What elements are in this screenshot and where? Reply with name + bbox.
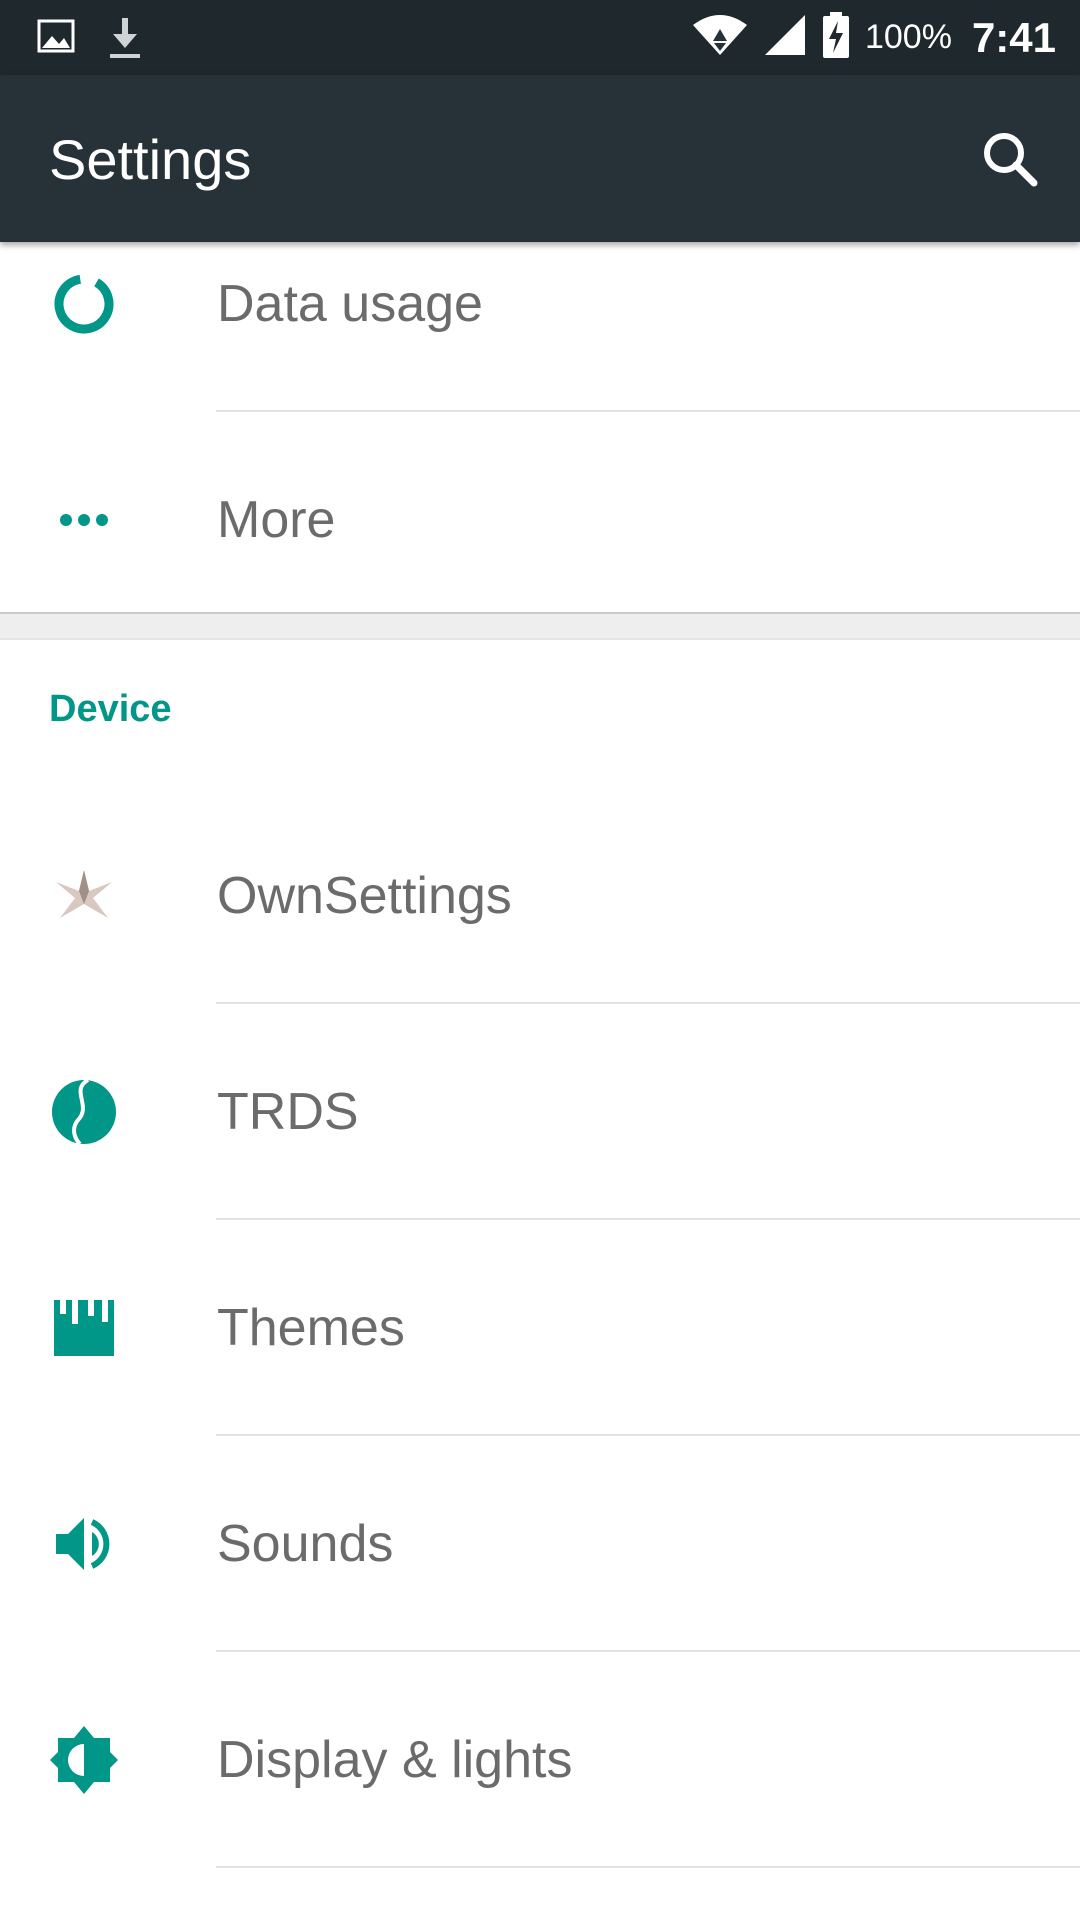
settings-item-more[interactable]: More [0, 412, 1080, 612]
volume-icon [48, 1508, 120, 1580]
battery-percent: 100% [864, 18, 952, 56]
settings-list: Data usage More Device OwnSettings TRDS … [0, 242, 1080, 1920]
more-dots-icon [48, 484, 120, 556]
settings-item-label: Display & lights [217, 1731, 573, 1789]
settings-item-label: Themes [217, 1299, 405, 1357]
search-icon [984, 133, 1038, 187]
settings-item-label: Data usage [217, 275, 483, 333]
settings-item-label: OwnSettings [217, 867, 512, 925]
brightness-icon [48, 1724, 120, 1796]
settings-item-ownsettings[interactable]: OwnSettings [0, 788, 1080, 1004]
wifi-icon [691, 13, 749, 62]
clock: 7:41 [971, 13, 1056, 61]
status-bar: 100% 7:41 [0, 0, 1080, 75]
divider [216, 1866, 1080, 1868]
settings-item-label: Sounds [217, 1515, 394, 1573]
settings-item-label: TRDS [217, 1083, 359, 1141]
gallery-icon [36, 16, 76, 61]
settings-item-data-usage[interactable]: Data usage [0, 242, 1080, 412]
download-icon [107, 16, 143, 65]
battery-charging-icon [821, 11, 851, 64]
settings-item-label: More [217, 491, 336, 549]
themes-icon [48, 1292, 120, 1364]
section-divider [0, 612, 1080, 640]
settings-item-sounds[interactable]: Sounds [0, 1436, 1080, 1652]
section-header-device: Device [49, 688, 172, 730]
page-title: Settings [49, 128, 252, 191]
trds-icon [48, 1076, 120, 1148]
app-toolbar: Settings [0, 75, 1080, 242]
signal-icon [763, 13, 807, 62]
search-button[interactable] [978, 127, 1042, 191]
settings-item-themes[interactable]: Themes [0, 1220, 1080, 1436]
ownsettings-star-icon [48, 860, 120, 932]
settings-item-trds[interactable]: TRDS [0, 1004, 1080, 1220]
data-usage-icon [48, 268, 120, 340]
settings-item-display[interactable]: Display & lights [0, 1652, 1080, 1868]
